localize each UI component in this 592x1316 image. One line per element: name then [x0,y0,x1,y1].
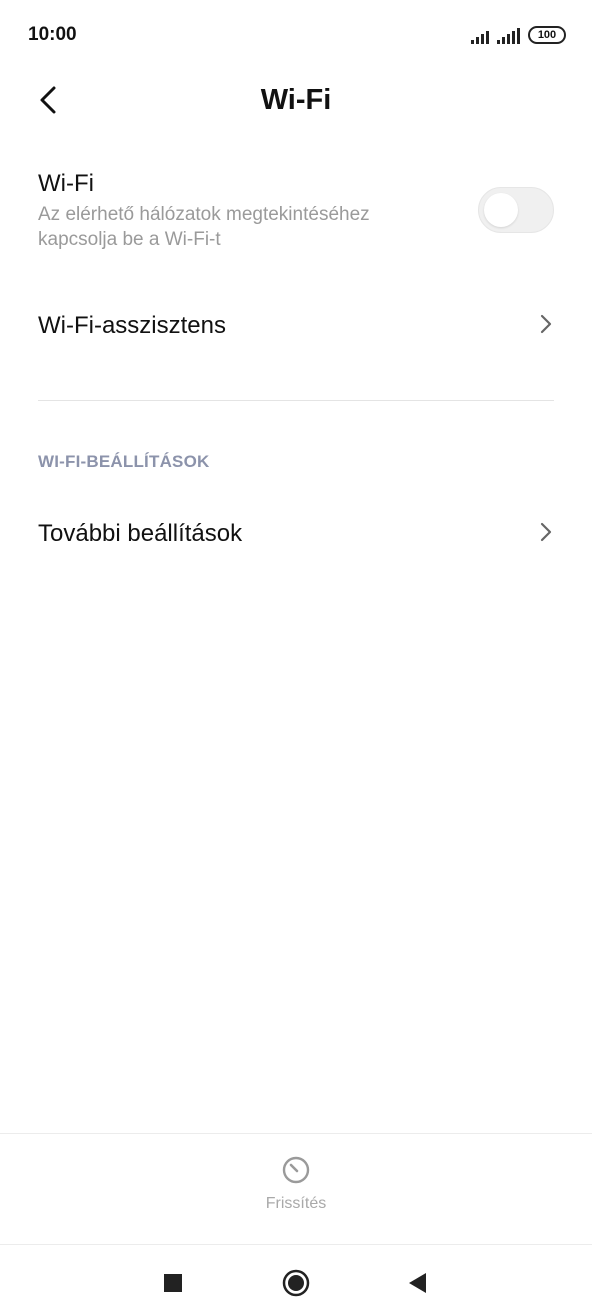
battery-icon: 100 [528,26,566,44]
more-settings-label: További beállítások [38,520,243,547]
divider [38,400,554,401]
wifi-assistant-label: Wi-Fi-asszisztens [38,312,227,339]
chevron-right-icon [540,522,552,542]
refresh-button[interactable]: Frissítés [246,1155,346,1225]
signal-icon [471,28,489,44]
recents-icon[interactable] [155,1265,191,1301]
home-icon[interactable] [278,1265,314,1301]
chevron-right-icon [540,314,552,334]
status-time: 10:00 [28,24,77,45]
refresh-label: Frissítés [265,1195,327,1212]
navigation-bar [0,1245,592,1316]
wifi-subtitle: Az elérhető hálózatok megtekintéséhez ka… [38,204,370,250]
header: Wi-Fi [0,70,592,130]
wifi-title: Wi-Fi [38,170,94,197]
signal-icon [497,28,520,44]
wifi-assistant-row[interactable]: Wi-Fi-asszisztens [38,300,554,350]
section-header: WI-FI-BEÁLLÍTÁSOK [38,452,210,471]
bottom-divider [0,1133,592,1134]
wifi-toggle[interactable] [478,187,554,233]
refresh-icon [282,1156,310,1184]
toggle-knob [484,193,518,227]
wifi-settings-screen: 10:00 100 Wi-Fi Wi-Fi Az elérhető hálóza… [0,0,592,1316]
back-icon[interactable] [400,1265,436,1301]
page-title: Wi-Fi [260,84,332,116]
status-icons: 100 [471,24,566,44]
more-settings-row[interactable]: További beállítások [38,508,554,558]
status-bar: 10:00 100 [0,0,592,70]
wifi-toggle-row[interactable]: Wi-Fi Az elérhető hálózatok megtekintésé… [38,170,554,260]
